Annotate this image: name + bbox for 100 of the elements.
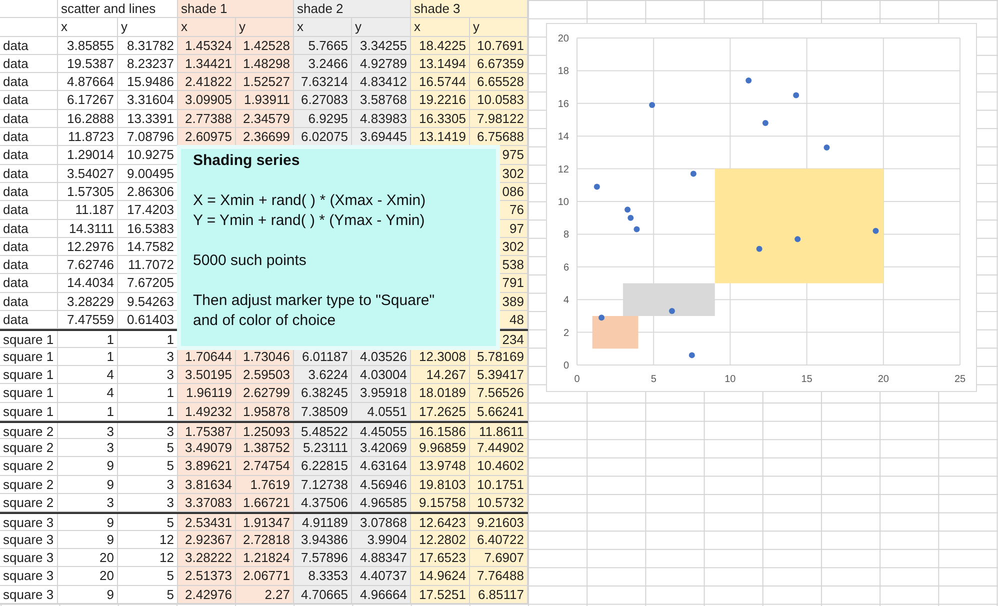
table-cell: 4.40737	[352, 567, 411, 586]
table-cell: 18.4225	[411, 36, 470, 55]
table-cell: 4.37506	[294, 494, 352, 512]
row-label: data	[0, 146, 58, 165]
row-label: data	[0, 238, 58, 256]
table-cell: 3.9904	[352, 530, 411, 549]
x-tick-label: 10	[724, 374, 736, 385]
table-cell: 1.49232	[178, 402, 236, 421]
table-cell: 9	[58, 476, 118, 494]
table-cell: 3.42069	[352, 439, 411, 458]
table-cell: 2.36699	[236, 128, 294, 146]
x-tick-label: 5	[650, 374, 656, 385]
table-cell: 1.93911	[236, 91, 294, 110]
table-cell: 4	[58, 384, 118, 403]
x-tick-label: 0	[574, 374, 580, 385]
table-cell: 2.62799	[236, 384, 294, 403]
table-cell: 6.27083	[294, 91, 352, 110]
table-cell: 9	[58, 586, 118, 604]
table-cell: 6.65528	[470, 73, 528, 92]
y-tick-label: 4	[563, 295, 569, 306]
table-cell: 4.87664	[58, 73, 118, 92]
row-label: square 3	[0, 548, 58, 568]
table-cell: 13.9748	[411, 457, 470, 476]
table-cell: 4.03004	[352, 366, 411, 384]
table-cell: 2.72818	[236, 530, 294, 549]
table-cell: 3.2466	[294, 54, 352, 74]
table-cell: 14.267	[411, 366, 470, 384]
table-cell: 7.47559	[58, 311, 118, 330]
table-cell: 9	[58, 530, 118, 549]
table-cell: 1.29014	[58, 146, 118, 165]
table-cell: 5.66241	[470, 402, 528, 421]
row-label: square 2	[0, 422, 58, 440]
table-cell: 6.17267	[58, 91, 118, 110]
table-cell: 14.3111	[58, 220, 118, 238]
table-cell: 4.88347	[352, 548, 411, 568]
y-tick-label: 20	[558, 34, 569, 44]
table-cell: 7.12738	[294, 476, 352, 494]
table-cell: 9.15758	[411, 494, 470, 512]
note-line: and of color of choice	[193, 311, 336, 331]
column-header: y	[352, 18, 411, 37]
table-cell: 3	[58, 422, 118, 440]
table-cell: 3.09905	[178, 91, 236, 110]
empty-cell	[0, 0, 58, 18]
note-line: 5000 such points	[193, 251, 306, 271]
table-cell: 14.9624	[411, 567, 470, 586]
table-cell: 4.91189	[294, 514, 352, 531]
table-cell: 3.37083	[178, 494, 236, 512]
row-label: data	[0, 110, 58, 128]
table-cell: 7.56526	[470, 384, 528, 403]
table-cell: 2.41822	[178, 73, 236, 92]
table-cell: 12.2802	[411, 530, 470, 549]
column-header: x	[178, 18, 236, 37]
row-label: data	[0, 292, 58, 312]
table-cell: 3.07868	[352, 514, 411, 531]
row-label: square 3	[0, 567, 58, 586]
table-cell: 3.69445	[352, 128, 411, 146]
table-cell: 3	[58, 494, 118, 512]
table-cell: 19.8103	[411, 476, 470, 494]
table-cell: 6.22815	[294, 457, 352, 476]
table-cell: 1	[58, 402, 118, 421]
table-cell: 13.1419	[411, 128, 470, 146]
table-cell: 1.45324	[178, 36, 236, 55]
row-label: square 2	[0, 494, 58, 512]
table-cell: 3.28229	[58, 292, 118, 312]
row-label: square 1	[0, 402, 58, 421]
table-cell: 2.59503	[236, 366, 294, 384]
y-tick-label: 18	[558, 66, 569, 78]
table-cell: 2.27	[236, 586, 294, 604]
column-header: x	[58, 18, 118, 37]
table-cell: 6.38245	[294, 384, 352, 403]
table-cell: 3.6224	[294, 366, 352, 384]
note-line: Then adjust marker type to "Square"	[193, 291, 435, 311]
table-cell: 17.6523	[411, 548, 470, 568]
table-cell: 18.0189	[411, 384, 470, 403]
column-group-header: shade 3	[411, 0, 528, 18]
y-tick-label: 14	[558, 132, 569, 143]
x-tick-label: 15	[801, 374, 812, 385]
table-cell: 6.40722	[470, 530, 528, 549]
table-cell: 1.52527	[236, 73, 294, 92]
x-tick-label: 20	[878, 374, 889, 385]
table-cell: 3	[58, 439, 118, 458]
y-tick-label: 12	[558, 164, 569, 176]
table-cell: 16.1586	[411, 422, 470, 440]
table-cell: 4.96664	[352, 586, 411, 604]
table-cell: 7.38509	[294, 402, 352, 421]
table-cell: 3.95918	[352, 384, 411, 403]
table-cell: 3.58768	[352, 91, 411, 110]
table-cell: 5.48522	[294, 422, 352, 440]
table-cell: 9	[58, 514, 118, 531]
table-cell: 4.45055	[352, 422, 411, 440]
table-cell: 6.02075	[294, 128, 352, 146]
table-cell: 2.53431	[178, 514, 236, 531]
table-cell: 7.6907	[470, 548, 528, 568]
y-tick-label: 8	[563, 230, 569, 241]
table-cell: 16.3305	[411, 110, 470, 128]
table-cell: 2.06771	[236, 567, 294, 586]
table-cell: 4.56946	[352, 476, 411, 494]
table-cell: 4.63164	[352, 457, 411, 476]
table-cell: 19.5387	[58, 54, 118, 74]
table-cell: 10.1751	[470, 476, 528, 494]
